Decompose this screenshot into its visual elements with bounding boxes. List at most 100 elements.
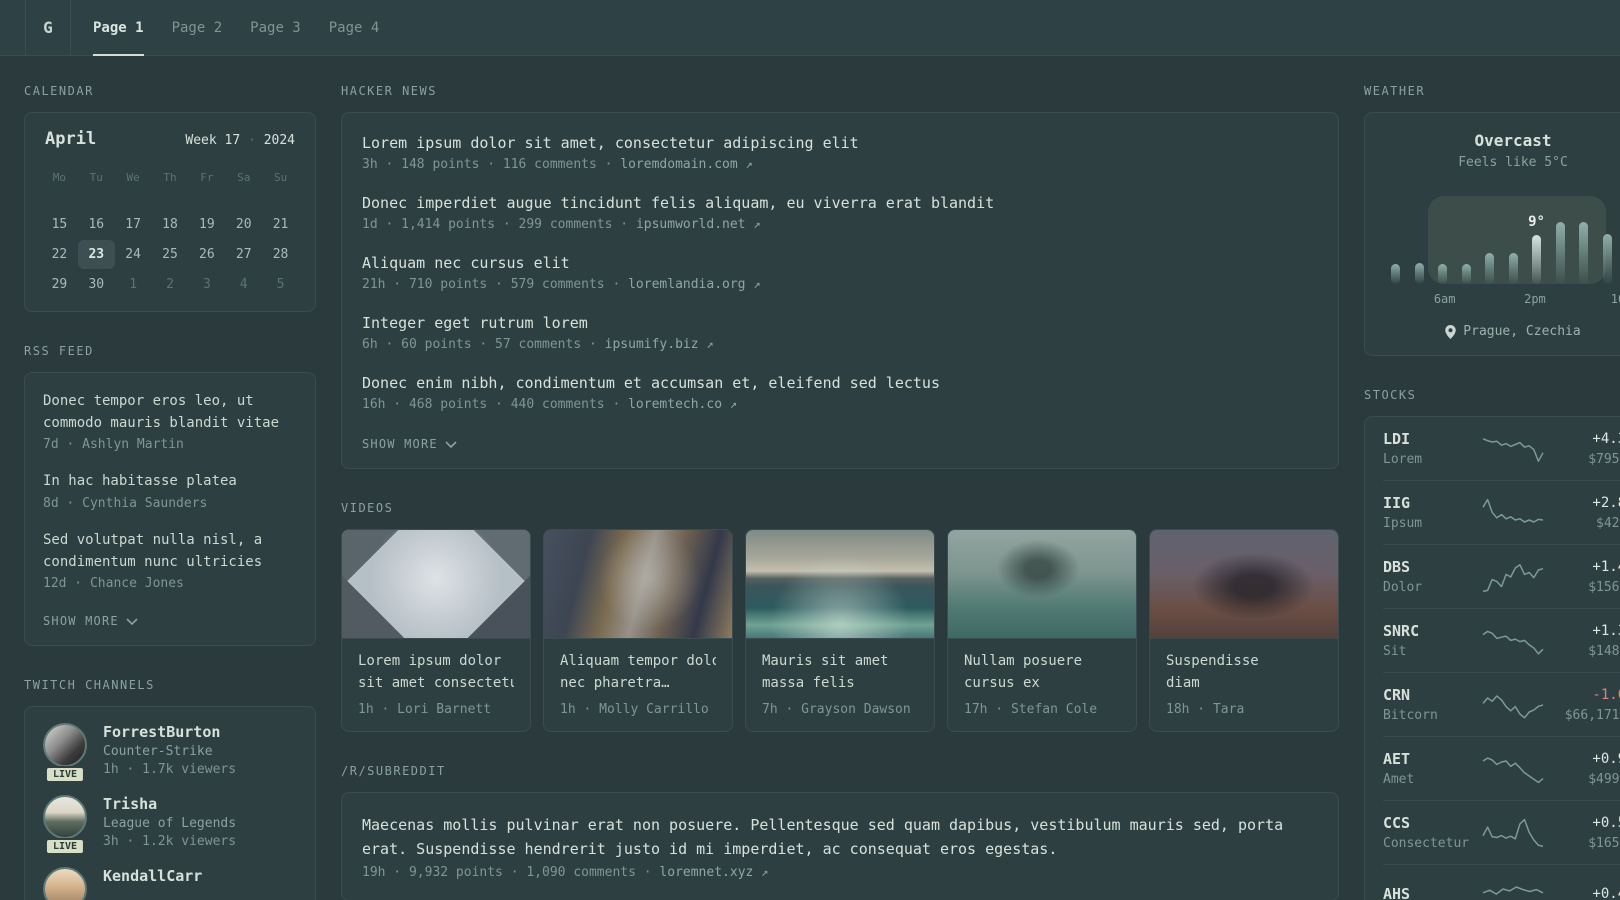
video-thumbnail[interactable] — [342, 530, 530, 639]
stock-symbol[interactable]: IIG — [1383, 494, 1475, 512]
stock-sparkline — [1475, 623, 1551, 659]
twitch-channel-name[interactable]: KendallCarr — [103, 867, 202, 885]
rss-item-title[interactable]: Donec tempor eros leo, ut commodo mauris… — [43, 391, 297, 434]
nav-tab[interactable]: Page 3 — [236, 0, 315, 55]
calendar-day[interactable]: 3 — [188, 270, 225, 299]
twitch-widget: LIVE ForrestBurton Counter-Strike 1h · 1… — [24, 706, 316, 900]
hackernews-item-stats: 1d · 1,414 points · 299 comments · — [362, 217, 636, 232]
stock-row[interactable]: LDI Lorem +4.35% $795.18 — [1383, 417, 1620, 480]
stock-row[interactable]: SNRC Sit +1.36% $148.64 — [1383, 608, 1620, 672]
hackernews-item-domain[interactable]: loremlandia.org — [628, 277, 745, 292]
stock-row[interactable]: AET Amet +0.92% $499.72 — [1383, 736, 1620, 800]
video-title[interactable]: Aliquam tempor dolor nec pharetra… — [560, 651, 716, 695]
stock-symbol[interactable]: DBS — [1383, 558, 1475, 576]
twitch-channel-name[interactable]: ForrestBurton — [103, 723, 236, 741]
calendar-day[interactable]: 5 — [262, 270, 299, 299]
rss-section: RSS FEED Donec tempor eros leo, ut commo… — [24, 344, 316, 647]
hackernews-item-title[interactable]: Donec imperdiet augue tincidunt felis al… — [362, 193, 1318, 214]
hackernews-item[interactable]: Aliquam nec cursus elit 21h · 710 points… — [362, 253, 1318, 292]
hackernews-item-domain[interactable]: ipsumworld.net — [636, 217, 746, 232]
video-thumbnail[interactable] — [948, 530, 1136, 639]
rss-item-title[interactable]: Sed volutpat nulla nisl, a condimentum n… — [43, 530, 297, 573]
video-card[interactable]: Mauris sit amet massa felis 7h · Grayson… — [745, 529, 935, 732]
stock-row[interactable]: IIG Ipsum +2.84% $42.04 — [1383, 480, 1620, 544]
calendar-day[interactable]: 24 — [115, 240, 152, 269]
app-logo[interactable]: G — [25, 0, 71, 55]
video-thumbnail[interactable] — [1150, 530, 1338, 639]
rss-item-title[interactable]: In hac habitasse platea — [43, 471, 297, 493]
calendar-day[interactable]: 21 — [262, 210, 299, 239]
hackernews-item[interactable]: Lorem ipsum dolor sit amet, consectetur … — [362, 133, 1318, 172]
calendar-day[interactable]: 26 — [188, 240, 225, 269]
video-thumbnail[interactable] — [746, 530, 934, 639]
stock-row[interactable]: AHS +0.46% — [1383, 864, 1620, 900]
subreddit-post-domain[interactable]: loremnet.xyz — [659, 865, 753, 880]
avatar — [43, 867, 87, 900]
hackernews-item-title[interactable]: Integer eget rutrum lorem — [362, 313, 1318, 334]
video-card[interactable]: Aliquam tempor dolor nec pharetra… 1h · … — [543, 529, 733, 732]
calendar-day[interactable]: 17 — [115, 210, 152, 239]
calendar-day[interactable]: 23 — [77, 240, 115, 269]
nav-tab[interactable]: Page 1 — [79, 0, 158, 56]
hackernews-item[interactable]: Donec enim nibh, condimentum et accumsan… — [362, 373, 1318, 412]
hackernews-item-domain[interactable]: loremtech.co — [628, 397, 722, 412]
stock-symbol[interactable]: SNRC — [1383, 622, 1475, 640]
rss-item[interactable]: Sed volutpat nulla nisl, a condimentum n… — [43, 530, 297, 591]
calendar-day[interactable]: 18 — [152, 210, 189, 239]
video-thumbnail[interactable] — [544, 530, 732, 639]
stock-row[interactable]: CCS Consectetur +0.51% $165.84 — [1383, 800, 1620, 864]
calendar-day[interactable]: 28 — [262, 240, 299, 269]
calendar-day[interactable]: 27 — [225, 240, 262, 269]
stock-symbol[interactable]: AET — [1383, 750, 1475, 768]
rss-item[interactable]: In hac habitasse platea 8d · Cynthia Sau… — [43, 471, 297, 511]
hackernews-item[interactable]: Donec imperdiet augue tincidunt felis al… — [362, 193, 1318, 232]
stock-sparkline — [1475, 878, 1551, 900]
weather-time-label: 2pm — [1524, 292, 1546, 306]
rss-item[interactable]: Donec tempor eros leo, ut commodo mauris… — [43, 391, 297, 452]
hackernews-item-title[interactable]: Lorem ipsum dolor sit amet, consectetur … — [362, 133, 1318, 154]
twitch-channel-row[interactable]: LIVE KendallCarr — [43, 867, 297, 900]
calendar-day[interactable]: 19 — [188, 210, 225, 239]
twitch-channel-row[interactable]: LIVE Trisha League of Legends 3h · 1.2k … — [43, 795, 297, 856]
hackernews-item-domain[interactable]: ipsumify.biz — [605, 337, 699, 352]
hackernews-item-title[interactable]: Donec enim nibh, condimentum et accumsan… — [362, 373, 1318, 394]
video-title[interactable]: Suspendisse diam — [1166, 651, 1322, 695]
subreddit-post-title[interactable]: Maecenas mollis pulvinar erat non posuer… — [362, 813, 1318, 861]
hackernews-item-title[interactable]: Aliquam nec cursus elit — [362, 253, 1318, 274]
rss-show-more-button[interactable]: SHOW MORE — [43, 614, 138, 628]
hackernews-item[interactable]: Integer eget rutrum lorem 6h · 60 points… — [362, 313, 1318, 352]
stock-row[interactable]: DBS Dolor +1.42% $156.28 — [1383, 544, 1620, 608]
stock-symbol[interactable]: CRN — [1383, 686, 1475, 704]
stock-symbol[interactable]: AHS — [1383, 885, 1475, 900]
calendar-day[interactable]: 16 — [78, 210, 115, 239]
video-card[interactable]: Nullam posuere cursus ex 17h · Stefan Co… — [947, 529, 1137, 732]
twitch-avatar-wrap: LIVE — [43, 795, 87, 856]
calendar-day[interactable]: 30 — [78, 270, 115, 299]
calendar-day[interactable]: 20 — [225, 210, 262, 239]
avatar — [43, 795, 87, 840]
hackernews-show-more-button[interactable]: SHOW MORE — [362, 437, 457, 451]
calendar-day[interactable]: 2 — [152, 270, 189, 299]
calendar-day[interactable]: 22 — [41, 240, 78, 269]
hackernews-item-stats: 3h · 148 points · 116 comments · — [362, 157, 621, 172]
stock-symbol[interactable]: LDI — [1383, 430, 1475, 448]
video-card[interactable]: Lorem ipsum dolor sit amet consectetu… 1… — [341, 529, 531, 732]
twitch-channel-name[interactable]: Trisha — [103, 795, 236, 813]
video-card[interactable]: Suspendisse diam 18h · Tara — [1149, 529, 1339, 732]
calendar-day[interactable]: 4 — [225, 270, 262, 299]
video-title[interactable]: Mauris sit amet massa felis — [762, 651, 918, 695]
stock-row[interactable]: CRN Bitcorn -1.00% $66,171.48 — [1383, 672, 1620, 736]
calendar-day[interactable]: 25 — [152, 240, 189, 269]
calendar-day[interactable]: 29 — [41, 270, 78, 299]
weather-time-label: 10pm — [1610, 292, 1620, 306]
hackernews-list: Lorem ipsum dolor sit amet, consectetur … — [362, 133, 1318, 412]
video-title[interactable]: Nullam posuere cursus ex — [964, 651, 1120, 695]
nav-tab[interactable]: Page 4 — [315, 0, 394, 55]
twitch-channel-row[interactable]: LIVE ForrestBurton Counter-Strike 1h · 1… — [43, 723, 297, 784]
video-title[interactable]: Lorem ipsum dolor sit amet consectetu… — [358, 651, 514, 695]
hackernews-item-domain[interactable]: loremdomain.com — [620, 157, 737, 172]
nav-tab[interactable]: Page 2 — [158, 0, 237, 55]
calendar-day[interactable]: 15 — [41, 210, 78, 239]
calendar-day[interactable]: 1 — [115, 270, 152, 299]
stock-symbol[interactable]: CCS — [1383, 814, 1475, 832]
